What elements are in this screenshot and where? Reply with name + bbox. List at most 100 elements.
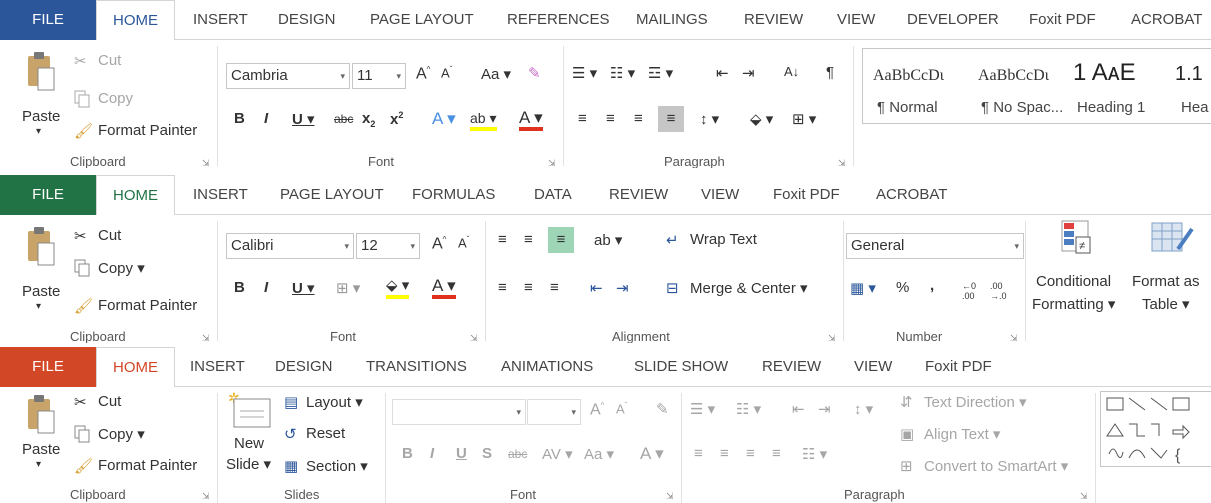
word-tab-mailings[interactable]: MAILINGS bbox=[636, 0, 708, 40]
ppt-tab-design[interactable]: DESIGN bbox=[275, 347, 333, 387]
paste-dropdown-arrow[interactable]: ▾ bbox=[36, 301, 41, 312]
fill-color-icon[interactable]: ⬙ ▾ bbox=[386, 277, 410, 299]
italic-icon[interactable]: I bbox=[264, 279, 268, 296]
middle-align-icon[interactable]: ≡ bbox=[524, 231, 533, 248]
paste-icon[interactable] bbox=[24, 393, 58, 437]
grow-font-icon[interactable]: A^ bbox=[416, 65, 430, 83]
percent-style-button[interactable]: % bbox=[896, 279, 909, 296]
wrap-text-button[interactable]: Wrap Text bbox=[690, 231, 757, 248]
style-normal-sample[interactable]: AaBbCcDι bbox=[873, 67, 944, 85]
font-launcher-icon[interactable]: ⇲ bbox=[666, 491, 674, 502]
word-tab-review[interactable]: REVIEW bbox=[744, 0, 803, 40]
bold-icon[interactable]: B bbox=[402, 445, 413, 462]
merge-center-button[interactable]: Merge & Center ▾ bbox=[690, 279, 808, 297]
new-slide-icon[interactable]: ✲ bbox=[226, 389, 274, 431]
text-effects-icon[interactable]: A ▾ bbox=[432, 109, 456, 129]
word-tab-acrobat[interactable]: ACROBAT bbox=[1131, 0, 1202, 40]
excel-tab-data[interactable]: DATA bbox=[534, 175, 572, 215]
borders-icon[interactable]: ⊞ ▾ bbox=[336, 279, 360, 297]
excel-tab-acrobat[interactable]: ACROBAT bbox=[876, 175, 947, 215]
number-launcher-icon[interactable]: ⇲ bbox=[1010, 333, 1018, 343]
align-right-icon[interactable]: ≡ bbox=[550, 279, 559, 296]
excel-tab-insert[interactable]: INSERT bbox=[193, 175, 248, 215]
paste-label[interactable]: Paste bbox=[22, 108, 60, 125]
comma-style-button[interactable]: , bbox=[930, 277, 934, 294]
top-align-icon[interactable]: ≡ bbox=[498, 231, 507, 248]
align-center-icon[interactable]: ≡ bbox=[720, 445, 729, 462]
superscript-icon[interactable]: x2 bbox=[390, 110, 403, 128]
paragraph-launcher-icon[interactable]: ⇲ bbox=[838, 158, 846, 168]
style-no-spacing-name[interactable]: ¶ No Spac... bbox=[981, 99, 1063, 116]
highlight-icon[interactable]: ab ▾ bbox=[470, 109, 497, 131]
sort-icon[interactable]: A↓ bbox=[784, 64, 799, 79]
bullets-icon[interactable]: ☰ ▾ bbox=[572, 64, 597, 82]
style-normal-name[interactable]: ¶ Normal bbox=[877, 99, 938, 116]
multilevel-list-icon[interactable]: ☲ ▾ bbox=[648, 64, 673, 82]
paste-icon[interactable] bbox=[24, 225, 58, 269]
bold-icon[interactable]: B bbox=[234, 279, 245, 296]
text-direction-button[interactable]: Text Direction ▾ bbox=[924, 393, 1027, 411]
excel-tab-home[interactable]: HOME bbox=[96, 175, 175, 216]
character-spacing-icon[interactable]: AV ▾ bbox=[542, 445, 573, 463]
align-left-icon[interactable]: ≡ bbox=[498, 279, 507, 296]
font-color-icon[interactable]: A ▾ bbox=[432, 277, 456, 299]
format-painter-button[interactable]: Format Painter bbox=[98, 122, 197, 139]
align-right-icon[interactable]: ≡ bbox=[634, 110, 643, 127]
copy-button[interactable]: Copy bbox=[98, 90, 133, 107]
paste-dropdown-arrow[interactable]: ▾ bbox=[36, 459, 41, 470]
section-button[interactable]: Section ▾ bbox=[306, 457, 368, 475]
decrease-indent-icon[interactable]: ⇤ bbox=[590, 279, 603, 297]
excel-tab-review[interactable]: REVIEW bbox=[609, 175, 668, 215]
word-tab-foxit-pdf[interactable]: Foxit PDF bbox=[1029, 0, 1096, 40]
accounting-format-icon[interactable]: ▦ ▾ bbox=[850, 279, 876, 297]
copy-button[interactable]: Copy ▾ bbox=[98, 425, 145, 443]
font-size-select[interactable]: 11 ▾ bbox=[352, 63, 406, 89]
shrink-font-icon[interactable]: Aˇ bbox=[441, 65, 452, 80]
line-spacing-icon[interactable]: ↕ ▾ bbox=[700, 110, 719, 128]
ppt-tab-transitions[interactable]: TRANSITIONS bbox=[366, 347, 467, 387]
word-tab-design[interactable]: DESIGN bbox=[278, 0, 336, 40]
borders-icon[interactable]: ⊞ ▾ bbox=[792, 110, 816, 128]
font-launcher-icon[interactable]: ⇲ bbox=[548, 158, 556, 168]
number-format-select[interactable]: General ▾ bbox=[846, 233, 1024, 259]
align-text-button[interactable]: Align Text ▾ bbox=[924, 425, 1000, 443]
paste-dropdown-arrow[interactable]: ▾ bbox=[36, 126, 41, 137]
clear-formatting-icon[interactable]: ✎ bbox=[528, 64, 541, 82]
font-name-select[interactable]: ▾ bbox=[392, 399, 526, 425]
style-heading2-sample[interactable]: 1.1 bbox=[1175, 63, 1203, 86]
format-painter-button[interactable]: Format Painter bbox=[98, 297, 197, 314]
bold-icon[interactable]: B bbox=[234, 110, 245, 127]
increase-indent-icon[interactable]: ⇥ bbox=[742, 64, 755, 82]
clipboard-launcher-icon[interactable]: ⇲ bbox=[202, 158, 210, 168]
alignment-launcher-icon[interactable]: ⇲ bbox=[828, 333, 836, 343]
word-tab-references[interactable]: REFERENCES bbox=[507, 0, 610, 40]
underline-icon[interactable]: U bbox=[456, 445, 467, 462]
align-left-icon[interactable]: ≡ bbox=[578, 110, 587, 127]
align-center-icon[interactable]: ≡ bbox=[606, 110, 615, 127]
font-color-icon[interactable]: A ▾ bbox=[519, 109, 543, 131]
conditional-formatting-button-line2[interactable]: Formatting ▾ bbox=[1032, 295, 1115, 313]
change-case-icon[interactable]: Aa ▾ bbox=[481, 65, 511, 83]
excel-tab-file[interactable]: FILE bbox=[0, 175, 96, 215]
decrease-indent-icon[interactable]: ⇤ bbox=[792, 400, 805, 418]
ppt-tab-home[interactable]: HOME bbox=[96, 347, 175, 388]
conditional-formatting-button[interactable]: Conditional bbox=[1036, 273, 1111, 290]
conditional-formatting-icon[interactable]: ≠ bbox=[1060, 219, 1094, 259]
word-tab-page-layout[interactable]: PAGE LAYOUT bbox=[370, 0, 474, 40]
clear-formatting-icon[interactable]: ✎ bbox=[656, 400, 669, 418]
format-as-table-icon[interactable] bbox=[1150, 219, 1196, 259]
styles-gallery[interactable]: AaBbCcDι ¶ Normal AaBbCcDι ¶ No Spac... … bbox=[862, 48, 1211, 124]
justify-icon[interactable]: ≡ bbox=[658, 106, 684, 132]
cut-button[interactable]: Cut bbox=[98, 227, 121, 244]
bullets-icon[interactable]: ☰ ▾ bbox=[690, 400, 715, 418]
font-name-select[interactable]: Calibri ▾ bbox=[226, 233, 354, 259]
paragraph-launcher-icon[interactable]: ⇲ bbox=[1080, 491, 1088, 502]
pilcrow-icon[interactable]: ¶ bbox=[826, 64, 834, 81]
new-slide-label-line2[interactable]: Slide ▾ bbox=[226, 455, 271, 473]
style-heading1-sample[interactable]: 1 AᴀE bbox=[1073, 59, 1136, 87]
ppt-tab-file[interactable]: FILE bbox=[0, 347, 96, 387]
format-painter-button[interactable]: Format Painter bbox=[98, 457, 197, 474]
increase-indent-icon[interactable]: ⇥ bbox=[818, 400, 831, 418]
word-tab-home[interactable]: HOME bbox=[96, 0, 175, 41]
font-size-select[interactable]: ▾ bbox=[527, 399, 581, 425]
